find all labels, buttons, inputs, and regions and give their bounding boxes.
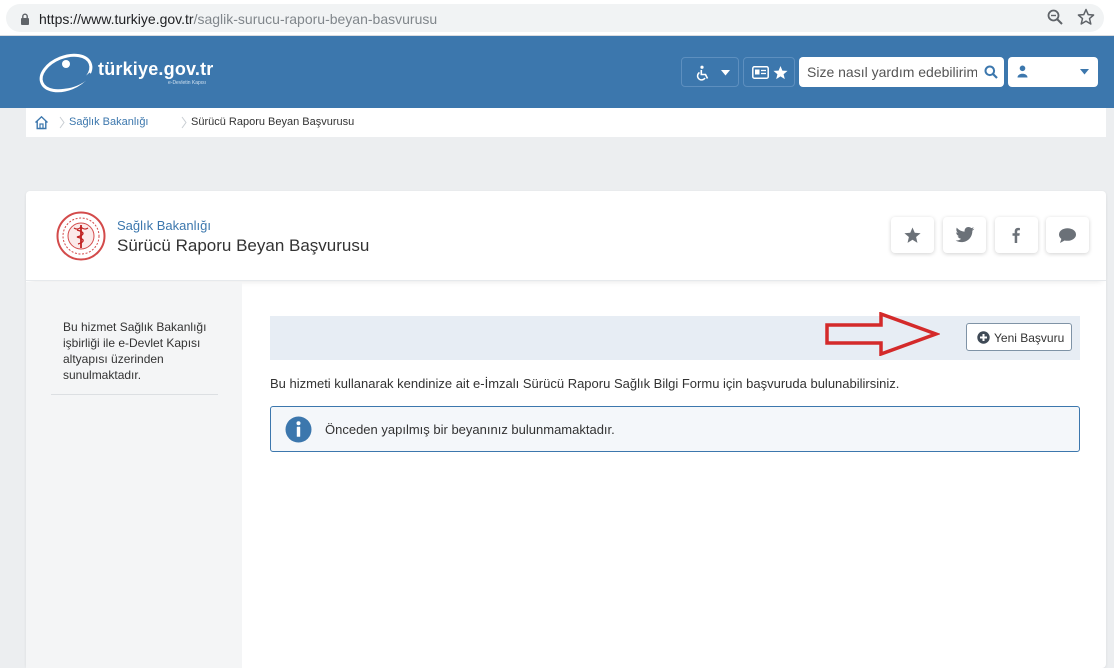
url-host: https://www.turkiye.gov.tr [39,11,194,27]
search-box[interactable] [799,57,1004,87]
new-application-button[interactable]: Yeni Başvuru [966,323,1072,351]
breadcrumb-separator-icon [59,116,65,129]
facebook-icon [1012,227,1020,243]
identity-favorites-button[interactable] [743,57,795,87]
info-alert: Önceden yapılmış bir beyanınız bulunmama… [270,406,1080,452]
chat-bubble-icon [1059,228,1076,243]
star-icon [904,227,921,243]
service-card: Sağlık Bakanlığı Sürücü Raporu Beyan Baş… [26,191,1106,668]
search-icon[interactable] [984,65,998,79]
service-provider-note: Bu hizmet Sağlık Bakanlığı işbirliği ile… [63,320,207,382]
share-twitter-button[interactable] [943,217,986,253]
turkiye-gov-logo[interactable]: türkiye.gov.tr e-Devletin Kapısı [36,50,226,96]
service-header: Sağlık Bakanlığı Sürücü Raporu Beyan Baş… [26,191,1106,281]
share-facebook-button[interactable] [995,217,1038,253]
user-menu-button[interactable] [1008,57,1098,87]
red-arrow-annotation-icon [825,312,940,356]
divider [51,394,218,395]
url-box[interactable]: https://www.turkiye.gov.tr/saglik-surucu… [6,4,1104,32]
breadcrumb-current: Sürücü Raporu Beyan Başvurusu [191,116,355,128]
bookmark-star-icon[interactable] [1077,8,1095,26]
star-icon [773,65,788,80]
new-application-label: Yeni Başvuru [994,331,1065,345]
search-input[interactable] [807,63,977,81]
service-description: Bu hizmeti kullanarak kendinize ait e-İm… [270,376,900,391]
service-sidebar: Bu hizmet Sağlık Bakanlığı işbirliği ile… [26,282,242,668]
url-path: /saglik-surucu-raporu-beyan-basvurusu [193,11,438,27]
id-card-icon [752,66,769,79]
home-icon[interactable] [34,115,49,130]
info-alert-message: Önceden yapılmış bir beyanınız bulunmama… [325,422,615,437]
page-title: Sürücü Raporu Beyan Başvurusu [117,236,370,255]
user-name-redacted [1032,66,1072,78]
crescent-logo-icon [39,53,93,93]
site-header: türkiye.gov.tr e-Devletin Kapısı [0,36,1114,108]
logo-tagline: e-Devletin Kapısı [168,80,207,86]
url-text[interactable]: https://www.turkiye.gov.tr/saglik-surucu… [39,11,437,27]
zoom-icon[interactable] [1046,8,1064,26]
action-toolbar: Yeni Başvuru [270,316,1080,360]
chevron-down-icon [1080,69,1089,75]
plus-circle-icon [977,331,990,344]
breadcrumb-institution-link[interactable]: Sağlık Bakanlığı [69,116,149,128]
wheelchair-icon [696,65,709,81]
twitter-icon [955,227,975,243]
user-icon [1017,65,1028,78]
logo-text: türkiye.gov.tr [98,59,214,79]
accessibility-menu-button[interactable] [681,57,739,87]
info-icon [285,416,312,443]
ministry-of-health-emblem-icon [56,211,106,261]
lock-icon [21,13,29,25]
feedback-button[interactable] [1046,217,1089,253]
favorite-button[interactable] [891,217,934,253]
breadcrumb: Sağlık Bakanlığı Sürücü Raporu Beyan Baş… [26,108,1106,137]
breadcrumb-separator-icon [181,116,187,129]
institution-name: Sağlık Bakanlığı [117,218,211,233]
browser-address-bar: https://www.turkiye.gov.tr/saglik-surucu… [0,0,1114,36]
chevron-down-icon [721,70,730,76]
